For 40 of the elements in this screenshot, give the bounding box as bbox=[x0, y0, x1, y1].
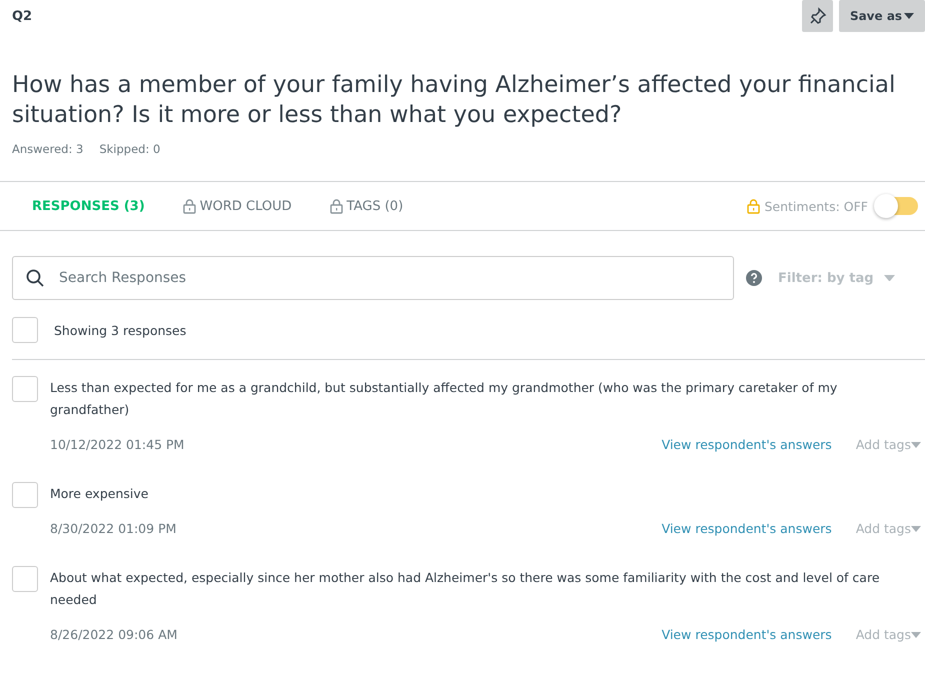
tab[interactable]: RESPONSES (3) bbox=[32, 198, 145, 214]
lock-icon bbox=[330, 198, 343, 214]
question-title: How has a member of your family having Alzheimer’s affected your financial situation? Is it more or less than what you expected? bbox=[12, 71, 896, 130]
pin-icon bbox=[808, 7, 826, 25]
caret-icon bbox=[911, 632, 921, 638]
view-answers-link[interactable]: View respondent's answers bbox=[662, 521, 832, 536]
select-all-checkbox[interactable] bbox=[12, 317, 38, 343]
tab[interactable]: WORD CLOUD bbox=[182, 198, 292, 214]
response-text: About what expected, especially since her mother also had Alzheimer's so there was some familiarity with the cost and level of care needed bbox=[50, 569, 881, 609]
view-answers-link[interactable]: View respondent's answers bbox=[662, 437, 832, 452]
response-text: Less than expected for me as a grandchild, but substantially affected my grandmother (who was the primary caretaker of my grandfather) bbox=[50, 379, 838, 419]
response-text: More expensive bbox=[50, 485, 150, 503]
response-checkbox[interactable] bbox=[12, 566, 38, 592]
help-icon[interactable] bbox=[746, 270, 762, 286]
response-stat: Skipped: 0 bbox=[99, 142, 160, 156]
save-as-button[interactable]: Save as bbox=[839, 0, 925, 32]
caret-icon bbox=[884, 274, 895, 282]
lock-icon bbox=[182, 198, 196, 214]
response-stat: Answered: 3 bbox=[12, 142, 84, 156]
add-tags-dropdown[interactable]: Add tags bbox=[856, 437, 921, 452]
response-checkbox[interactable] bbox=[12, 482, 38, 508]
lock-icon bbox=[747, 198, 760, 214]
view-answers-link[interactable]: View respondent's answers bbox=[662, 627, 832, 642]
pin-button[interactable] bbox=[802, 0, 833, 32]
response-checkbox[interactable] bbox=[12, 376, 38, 402]
add-tags-dropdown[interactable]: Add tags bbox=[856, 627, 921, 642]
filter-dropdown[interactable]: Filter: by tag bbox=[772, 270, 901, 286]
caret-icon bbox=[911, 526, 921, 532]
sentiments-label: Sentiments: OFF bbox=[764, 198, 868, 214]
add-tags-dropdown[interactable]: Add tags bbox=[856, 521, 921, 536]
search-field[interactable]: Search Responses bbox=[12, 256, 734, 300]
response-date: 8/26/2022 09:06 AM bbox=[50, 627, 178, 642]
response-date: 10/12/2022 01:45 PM bbox=[50, 437, 186, 452]
showing-count: Showing 3 responses bbox=[54, 322, 186, 338]
tab[interactable]: TAGS (0) bbox=[330, 198, 404, 214]
search-icon bbox=[26, 269, 44, 287]
caret-icon bbox=[904, 13, 914, 19]
question-number: Q2 bbox=[12, 9, 34, 24]
caret-icon bbox=[911, 442, 921, 448]
response-date: 8/30/2022 01:09 PM bbox=[50, 521, 178, 536]
